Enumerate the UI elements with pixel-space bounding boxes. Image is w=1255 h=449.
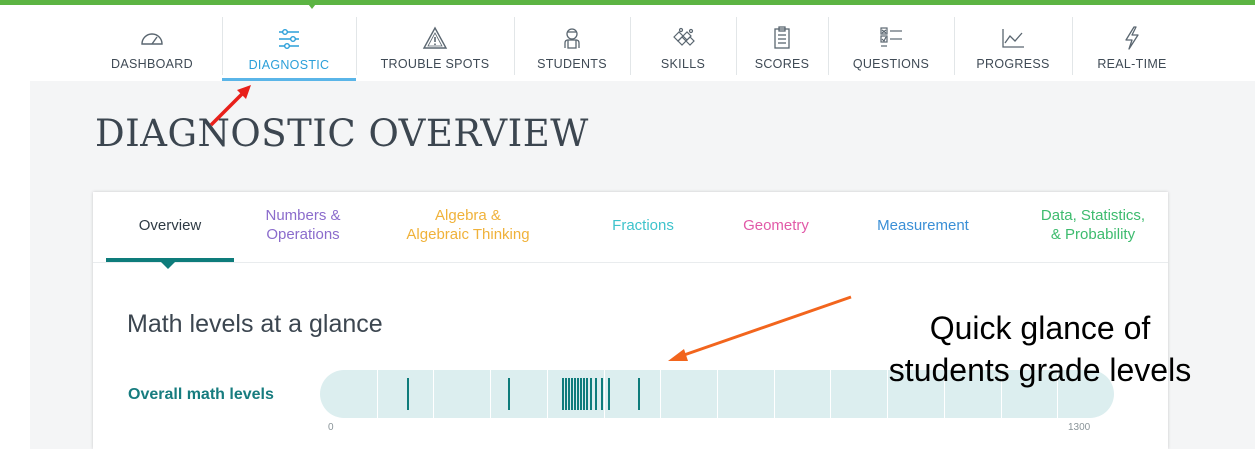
nav-item-dashboard[interactable]: DASHBOARD bbox=[88, 5, 216, 77]
track-segment-divider bbox=[774, 370, 775, 418]
nav-label: DASHBOARD bbox=[111, 57, 193, 71]
student-level-mark[interactable] bbox=[600, 378, 603, 410]
tab-label: Geometry bbox=[743, 216, 809, 234]
nav-item-scores[interactable]: SCORES bbox=[736, 5, 828, 77]
tab-fractions[interactable]: Fractions bbox=[593, 192, 693, 258]
nav-item-trouble-spots[interactable]: TROUBLE SPOTS bbox=[356, 5, 514, 77]
track-segment-divider bbox=[717, 370, 718, 418]
student-level-mark[interactable] bbox=[507, 378, 510, 410]
annotation-line-1: Quick glance of bbox=[929, 310, 1151, 346]
lightning-icon bbox=[1119, 25, 1145, 51]
nav-label: DIAGNOSTIC bbox=[248, 58, 330, 72]
track-segment-divider bbox=[547, 370, 548, 418]
tab-label: Numbers & Operations bbox=[265, 207, 341, 243]
nav-label: STUDENTS bbox=[537, 57, 607, 71]
track-segment-divider bbox=[490, 370, 491, 418]
nav-item-progress[interactable]: PROGRESS bbox=[954, 5, 1072, 77]
track-max-label: 1300 bbox=[1068, 422, 1091, 433]
track-segment-divider bbox=[433, 370, 434, 418]
nav-label: PROGRESS bbox=[976, 57, 1050, 71]
tab-algebra[interactable]: Algebra & Algebraic Thinking bbox=[373, 192, 563, 258]
warning-icon bbox=[422, 25, 448, 51]
nav-label: SKILLS bbox=[660, 57, 706, 71]
student-level-mark[interactable] bbox=[564, 378, 567, 410]
tab-data-statistics-probability[interactable]: Data, Statistics, & Probability bbox=[1018, 192, 1168, 258]
student-level-mark[interactable] bbox=[577, 378, 579, 410]
track-min-label: 0 bbox=[328, 422, 334, 433]
section-heading: Math levels at a glance bbox=[127, 310, 383, 338]
student-level-mark[interactable] bbox=[568, 378, 571, 410]
student-level-mark[interactable] bbox=[585, 378, 588, 410]
nav-label: REAL-TIME bbox=[1097, 57, 1167, 71]
clipboard-icon bbox=[769, 25, 795, 51]
student-level-mark[interactable] bbox=[579, 378, 582, 410]
domain-tabs: Overview Numbers & Operations Algebra & Al… bbox=[93, 192, 1168, 263]
student-level-mark[interactable] bbox=[407, 378, 410, 410]
track-segment-divider bbox=[830, 370, 831, 418]
line-chart-icon bbox=[1000, 25, 1026, 51]
nav-label: QUESTIONS bbox=[852, 57, 930, 71]
nav-item-students[interactable]: STUDENTS bbox=[514, 5, 630, 77]
tab-overview[interactable]: Overview bbox=[106, 192, 234, 262]
annotation-text: Quick glance of students grade levels bbox=[850, 307, 1230, 391]
sliders-icon bbox=[276, 26, 302, 52]
student-level-mark[interactable] bbox=[571, 378, 574, 410]
annotation-line-2: students grade levels bbox=[888, 352, 1192, 388]
tab-numbers-operations[interactable]: Numbers & Operations bbox=[243, 192, 363, 258]
overall-math-levels-label: Overall math levels bbox=[128, 386, 274, 403]
tab-label: Measurement bbox=[877, 216, 969, 234]
nav-item-questions[interactable]: QUESTIONS bbox=[828, 5, 954, 77]
nav-label: SCORES bbox=[754, 57, 810, 71]
student-icon bbox=[559, 25, 585, 51]
nav-item-diagnostic[interactable]: DIAGNOSTIC bbox=[222, 5, 356, 81]
student-level-mark[interactable] bbox=[562, 378, 565, 410]
page-title: DIAGNOSTIC OVERVIEW bbox=[95, 112, 589, 155]
nav-item-real-time[interactable]: REAL-TIME bbox=[1072, 5, 1192, 77]
tab-geometry[interactable]: Geometry bbox=[721, 192, 831, 258]
tab-measurement[interactable]: Measurement bbox=[858, 192, 988, 258]
student-level-mark[interactable] bbox=[589, 378, 592, 410]
track-segment-divider bbox=[660, 370, 661, 418]
main-navigation: DASHBOARD DIAGNOSTIC TROUBLE SPOTS STUDE… bbox=[0, 5, 1255, 81]
track-segment-divider bbox=[604, 370, 605, 418]
student-level-mark[interactable] bbox=[637, 378, 640, 410]
track-segment-divider bbox=[377, 370, 378, 418]
student-level-mark[interactable] bbox=[582, 378, 585, 410]
puzzle-icon bbox=[670, 25, 696, 51]
student-level-mark[interactable] bbox=[608, 378, 610, 410]
student-level-mark[interactable] bbox=[594, 378, 597, 410]
gauge-icon bbox=[139, 25, 165, 51]
nav-label: TROUBLE SPOTS bbox=[380, 57, 490, 71]
active-tab-indicator bbox=[161, 262, 175, 269]
checklist-icon bbox=[878, 25, 904, 51]
tab-label: Algebra & Algebraic Thinking bbox=[406, 207, 530, 243]
nav-item-skills[interactable]: SKILLS bbox=[630, 5, 736, 77]
tab-label: Overview bbox=[138, 216, 202, 234]
student-level-mark[interactable] bbox=[574, 378, 577, 410]
tab-label: Fractions bbox=[612, 216, 674, 234]
tab-label: Data, Statistics, & Probability bbox=[1040, 207, 1146, 243]
